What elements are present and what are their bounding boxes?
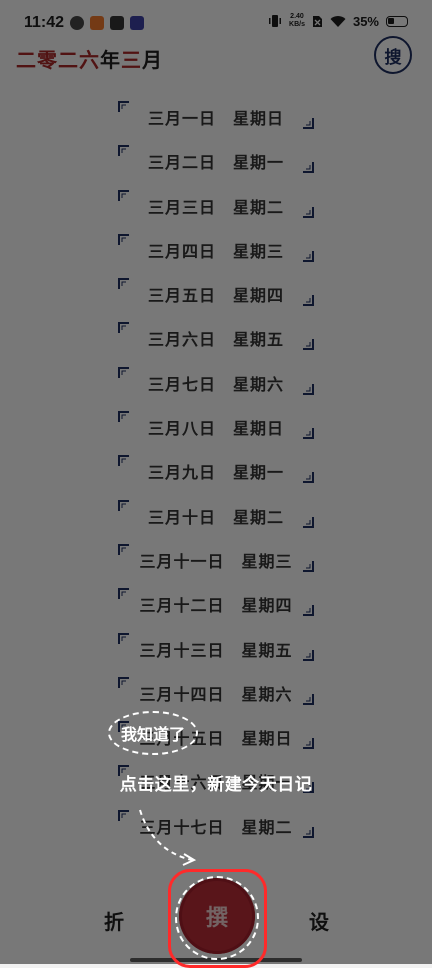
tutorial-overlay[interactable] (0, 0, 432, 964)
compose-dashed-ring (175, 876, 259, 960)
tutorial-hint-text: 点击这里，新建今天日记 (119, 775, 313, 795)
hint-arrow-icon (139, 809, 197, 866)
got-it-button[interactable]: 我知道了 (108, 711, 198, 755)
